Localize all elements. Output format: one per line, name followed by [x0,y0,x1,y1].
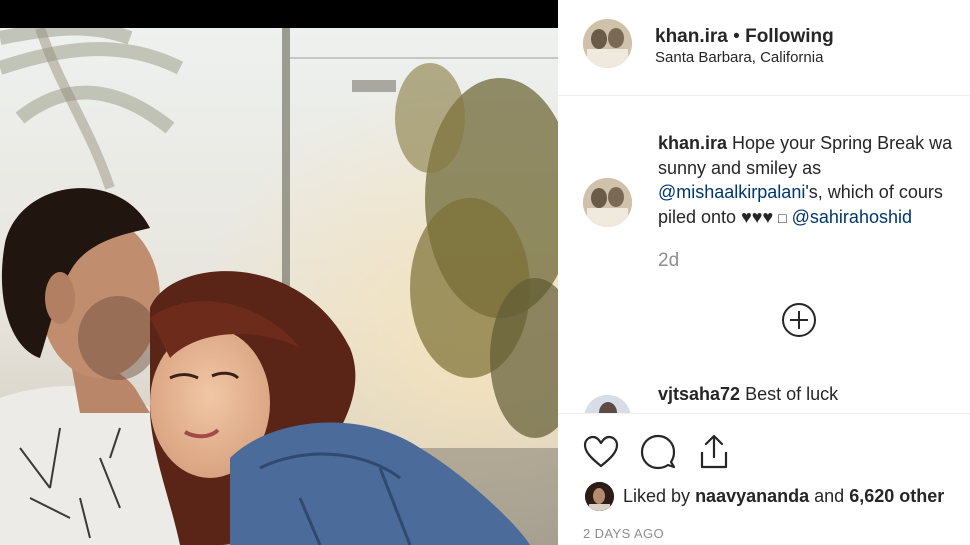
like-button[interactable] [581,432,621,472]
caption-username[interactable]: khan.ira [658,133,727,153]
author-line: khan.ira • Following [655,26,834,48]
post-photo-area [0,0,558,545]
missing-glyph-icon: □ [778,209,787,226]
plus-circle-icon [782,303,816,337]
heart-icon [583,435,619,468]
post-location[interactable]: Santa Barbara, California [655,49,823,66]
caption-text-4: piled onto ♥♥♥ [658,206,774,227]
likes-user-link[interactable]: naavyananda [695,486,809,506]
post-header: khan.ira • Following Santa Barbara, Cali… [558,0,970,96]
likes-summary: Liked by naavyananda and 6,620 other [623,486,944,507]
share-button[interactable] [694,432,734,472]
caption-text-2: sunny and smiley as [658,157,822,178]
likes-prefix: Liked by [623,486,691,506]
post-details-panel: khan.ira • Following Santa Barbara, Cali… [558,0,970,545]
follow-status-button[interactable]: Following [745,26,834,47]
share-icon [700,434,728,469]
likes-joiner: and [814,486,845,506]
caption-mention-1[interactable]: @mishaalkirpalani [658,182,805,202]
caption-line-4: piled onto ♥♥♥ □ @sahirahoshid [658,205,970,231]
caption-line-3: @mishaalkirpalani's, which of cours [658,180,970,205]
caption-line-1: khan.ira Hope your Spring Break wa [658,131,970,156]
author-avatar[interactable] [583,19,632,68]
speech-bubble-icon [640,434,676,470]
caption-author-avatar[interactable] [583,178,632,227]
post-timestamp[interactable]: 2 DAYS AGO [583,526,664,541]
header-separator: • [733,26,740,47]
comment-text: Best of luck [745,384,839,404]
caption-mention-2[interactable]: @sahirahoshid [792,207,912,227]
post-photo[interactable] [0,28,558,545]
post-caption: khan.ira Hope your Spring Break wa sunny… [658,131,970,230]
author-username[interactable]: khan.ira [655,26,728,47]
comment-item: vjtsaha72 Best of luck [658,384,838,405]
caption-time: 2d [658,250,680,271]
caption-text-3: 's, which of cours [805,182,943,202]
liked-by-avatar[interactable] [585,482,614,511]
comment-username[interactable]: vjtsaha72 [658,384,740,404]
comment-button[interactable] [638,432,678,472]
photo-top-bar [0,0,558,28]
likes-count-link[interactable]: 6,620 other [849,486,944,506]
caption-text-1: Hope your Spring Break wa [732,133,953,153]
load-more-comments-button[interactable] [781,302,817,338]
